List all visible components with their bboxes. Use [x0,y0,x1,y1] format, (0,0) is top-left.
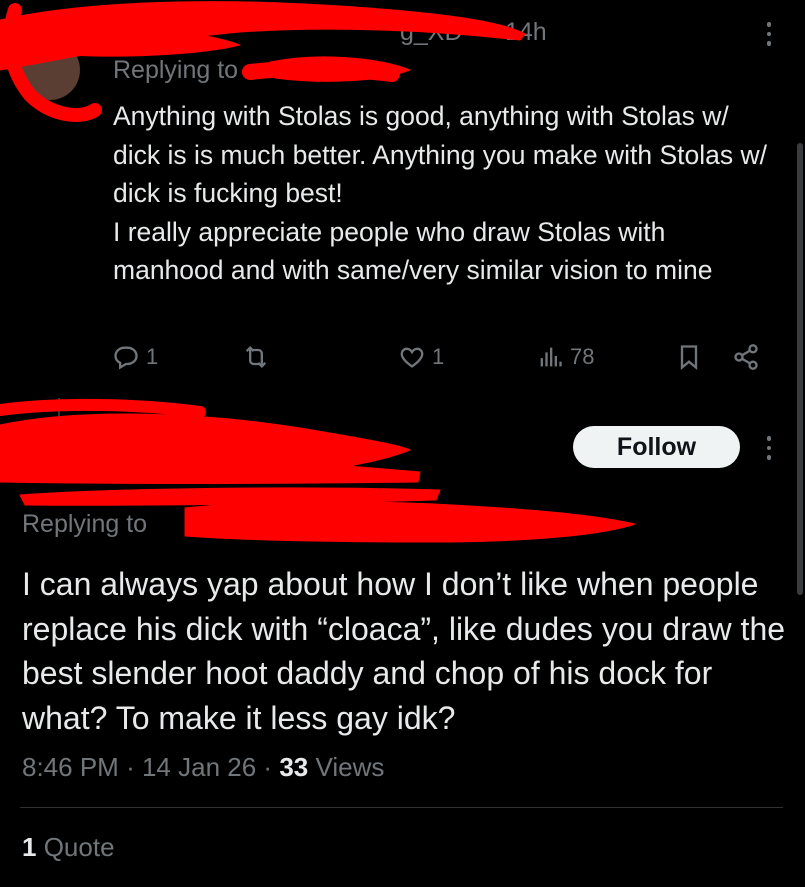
tweet-date[interactable]: 14 Jan 26 [142,752,256,782]
quote-count: 1 [22,832,37,862]
tweet-time[interactable]: 8:46 PM [22,752,119,782]
follow-button[interactable]: Follow [573,426,740,468]
reply-text: Anything with Stolas is good, anything w… [113,101,767,285]
meta-separator: · [126,752,135,782]
reply-tweet[interactable]: g_XD 14h Replying to Anything with Stola… [0,0,790,400]
views-icon [540,347,562,367]
quotes-link[interactable]: 1 Quote [22,832,115,863]
share-icon [734,344,758,370]
retweet-icon [245,346,267,368]
quote-label: Quote [43,832,115,862]
views-count: 78 [570,344,595,369]
main-replying-to: Replying to [22,510,148,538]
share-button[interactable] [732,343,760,371]
bookmark-button[interactable] [675,343,703,371]
views-label: Views [315,752,385,782]
views-button[interactable]: 78 [536,343,594,371]
tweet-meta: 8:46 PM · 14 Jan 26 · 33 Views [22,752,384,783]
reply-count: 1 [146,344,159,369]
reply-avatar[interactable] [20,40,80,100]
reply-replying-to: Replying to [113,56,239,84]
like-count: 1 [432,344,445,369]
meta-separator: · [263,752,273,782]
main-avatar[interactable] [20,420,82,482]
reply-button[interactable]: 1 [112,343,158,371]
like-icon [400,347,424,368]
reply-timestamp: 14h [505,18,547,46]
reply-more-icon[interactable] [766,22,772,46]
views-number: 33 [279,752,309,782]
like-button[interactable]: 1 [398,343,444,371]
main-more-icon[interactable] [766,436,772,460]
reply-handle-fragment: g_XD [400,18,463,46]
retweet-button[interactable] [242,343,276,371]
divider [20,807,783,808]
reply-action-bar: 1 1 78 [112,343,772,383]
reply-icon [114,346,138,370]
scrollbar[interactable] [797,143,803,595]
bookmark-icon [680,345,698,370]
main-text: I can always yap about how I don’t like … [22,566,786,736]
